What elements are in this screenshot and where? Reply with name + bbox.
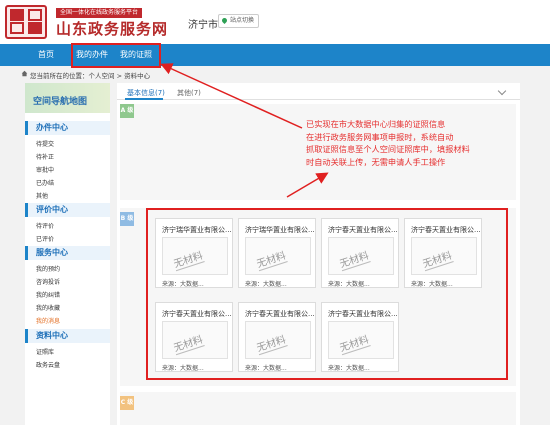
location-pin-icon bbox=[220, 16, 229, 25]
tab-basic-info[interactable]: 基本信息(7) bbox=[127, 88, 165, 98]
header: 全国一体化在线政务服务平台 山东政务服务网 济宁市 站点切换 bbox=[0, 0, 550, 44]
level-b-badge: B 级 bbox=[120, 212, 134, 226]
current-city: 济宁市 bbox=[188, 20, 218, 31]
level-c-section bbox=[120, 392, 516, 425]
annotation-line: 在进行政务服务网事项申报时，系统自动 bbox=[306, 131, 454, 142]
sidebar-item-pending-correction[interactable]: 待补正 bbox=[36, 152, 54, 161]
sidebar-item-in-review[interactable]: 审批中 bbox=[36, 165, 54, 174]
sidebar-item-my-appointments[interactable]: 我的预约 bbox=[36, 264, 60, 273]
level-c-badge: C 级 bbox=[120, 396, 134, 410]
sidebar-item-consult-complaint[interactable]: 咨询投诉 bbox=[36, 277, 60, 286]
sidebar-item-my-messages[interactable]: 我的消息 bbox=[36, 316, 60, 325]
nav-home[interactable]: 首页 bbox=[38, 44, 54, 66]
space-map-banner[interactable]: 空间导航地图 bbox=[25, 83, 110, 113]
home-icon bbox=[21, 70, 28, 77]
sidebar-item-my-favorites[interactable]: 我的收藏 bbox=[36, 303, 60, 312]
sidebar-item-cloud-drive[interactable]: 政务云盘 bbox=[36, 360, 60, 369]
section-evaluation-center[interactable]: 评价中心 bbox=[25, 203, 110, 217]
platform-tagline: 全国一体化在线政务服务平台 bbox=[56, 8, 143, 18]
annotation-line: 已实现在市大数据中心归集的证照信息 bbox=[306, 119, 446, 129]
sidebar-item-other[interactable]: 其他 bbox=[36, 191, 48, 200]
section-case-center[interactable]: 办件中心 bbox=[25, 121, 110, 135]
section-service-center[interactable]: 服务中心 bbox=[25, 246, 110, 260]
level-a-badge: A 级 bbox=[120, 104, 134, 118]
sidebar-item-completed[interactable]: 已办结 bbox=[36, 178, 54, 187]
sidebar-item-pending-submit[interactable]: 待提交 bbox=[36, 139, 54, 148]
page: 全国一体化在线政务服务平台 山东政务服务网 济宁市 站点切换 首页 我的办件 我… bbox=[0, 0, 550, 425]
logo-seal-icon bbox=[5, 5, 47, 39]
switch-site-button[interactable]: 站点切换 bbox=[218, 14, 260, 28]
breadcrumb: 您当前所在的位置：个人空间 > 资料中心 bbox=[30, 72, 151, 80]
sidebar: 空间导航地图 办件中心 待提交 待补正 审批中 已办结 其他 评价中心 待评价 … bbox=[25, 83, 110, 425]
highlight-box-license-nav bbox=[71, 43, 161, 68]
tab-divider bbox=[117, 99, 520, 100]
space-map-label: 空间导航地图 bbox=[33, 97, 88, 107]
highlight-box-license-cards bbox=[146, 208, 508, 380]
sidebar-item-evaluated[interactable]: 已评价 bbox=[36, 234, 54, 243]
sidebar-item-license-library[interactable]: 证照库 bbox=[36, 347, 54, 356]
site-title[interactable]: 山东政务服务网 bbox=[56, 18, 168, 39]
annotation-line: 抓取证照信息至个人空间证照库中，填报材料 bbox=[306, 144, 470, 154]
annotation-text: 已实现在市大数据中心归集的证照信息 在进行政务服务网事项申报时，系统自动 抓取证… bbox=[306, 118, 506, 168]
switch-site-label: 站点切换 bbox=[230, 17, 255, 24]
active-tab-indicator bbox=[125, 98, 163, 100]
section-data-center[interactable]: 资料中心 bbox=[25, 329, 110, 343]
tab-other[interactable]: 其他(7) bbox=[177, 88, 201, 98]
sidebar-item-to-evaluate[interactable]: 待评价 bbox=[36, 221, 54, 230]
sidebar-item-my-corrections[interactable]: 我的纠错 bbox=[36, 290, 60, 299]
annotation-line: 时自动关联上传，无需申请人手工操作 bbox=[306, 156, 446, 167]
